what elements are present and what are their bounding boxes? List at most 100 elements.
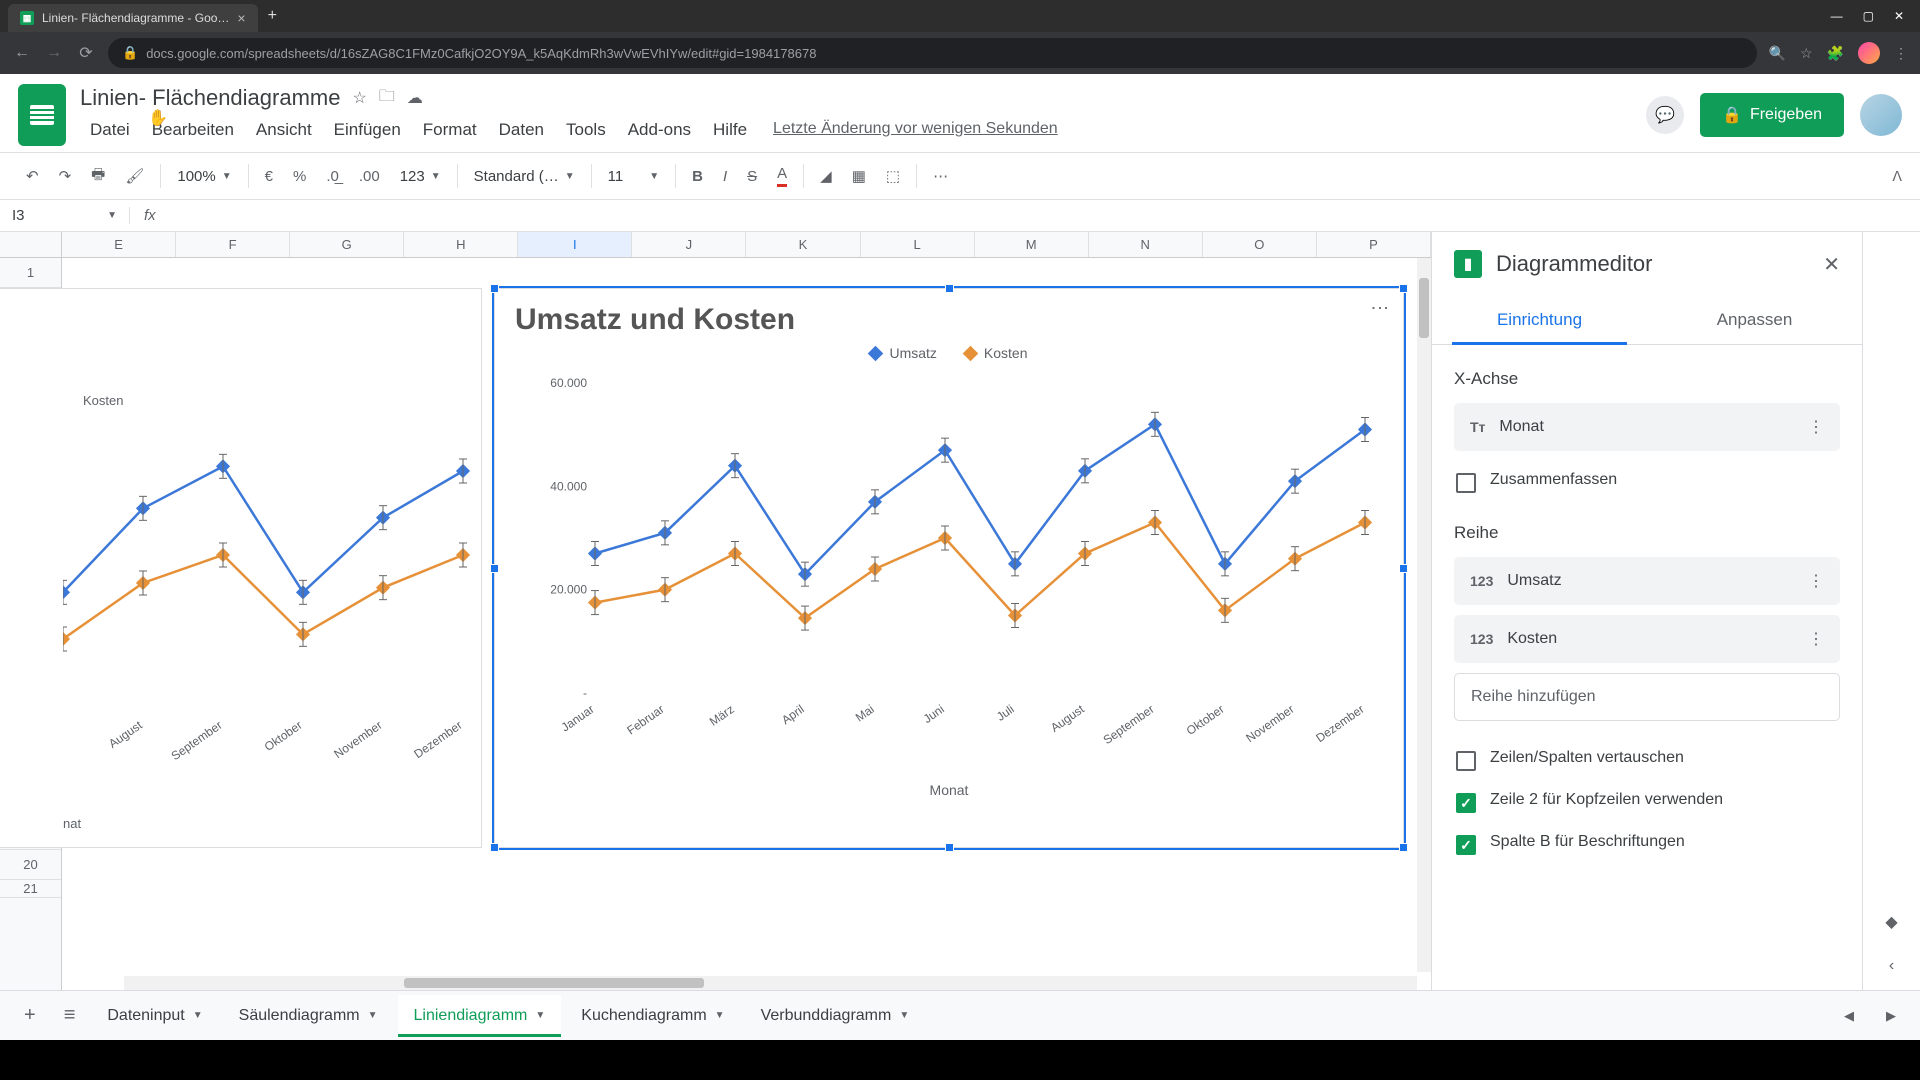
reload-button[interactable]: ⟳ [76, 43, 96, 63]
sheet-tab-kuchendiagramm[interactable]: Kuchendiagramm▼ [565, 995, 740, 1037]
chart-object-selected[interactable]: ⋮ Umsatz und Kosten Umsatz Kosten 60.000… [494, 288, 1404, 848]
menu-addons[interactable]: Add-ons [618, 114, 701, 146]
name-box[interactable]: I3▼ [0, 207, 130, 224]
menu-bearbeiten[interactable]: Bearbeiten [142, 114, 244, 146]
window-maximize-icon[interactable]: ▢ [1863, 9, 1874, 23]
horizontal-scrollbar[interactable] [124, 976, 1417, 990]
col-header[interactable]: P [1317, 232, 1431, 257]
series-field-kosten[interactable]: 123 Kosten ⋮ [1454, 615, 1840, 663]
menu-daten[interactable]: Daten [489, 114, 554, 146]
xaxis-field[interactable]: Tᴛ Monat ⋮ [1454, 403, 1840, 451]
browser-menu-icon[interactable]: ⋮ [1894, 45, 1908, 62]
collapse-toolbar-icon[interactable]: ᐱ [1892, 168, 1902, 185]
forward-button[interactable]: → [44, 44, 64, 62]
extensions-icon[interactable]: 🧩 [1827, 45, 1844, 62]
more-toolbar-button[interactable]: ⋯ [925, 161, 956, 191]
borders-button[interactable]: ▦ [844, 161, 874, 191]
browser-tab[interactable]: ▦ Linien- Flächendiagramme - Goo… × [8, 4, 258, 32]
field-menu-icon[interactable]: ⋮ [1808, 629, 1824, 649]
sheet-tab-liniendiagramm[interactable]: Liniendiagramm▼ [398, 995, 562, 1037]
document-title[interactable]: Linien- Flächendiagramme [80, 85, 340, 111]
decrease-decimal-button[interactable]: .0̲ [318, 162, 347, 191]
url-input[interactable]: 🔒 docs.google.com/spreadsheets/d/16sZAG8… [108, 38, 1757, 68]
merge-button[interactable]: ⬚ [878, 161, 908, 191]
field-menu-icon[interactable]: ⋮ [1808, 417, 1824, 437]
close-sidebar-button[interactable]: ✕ [1823, 252, 1840, 277]
bookmark-icon[interactable]: ☆ [1800, 45, 1813, 62]
col-header[interactable]: E [62, 232, 176, 257]
menu-tools[interactable]: Tools [556, 114, 616, 146]
switch-rows-cols-checkbox[interactable] [1456, 751, 1476, 771]
menu-einfuegen[interactable]: Einfügen [324, 114, 411, 146]
col-header[interactable]: L [861, 232, 975, 257]
bold-button[interactable]: B [684, 162, 711, 191]
paint-format-button[interactable]: 🖌 [117, 161, 152, 191]
chart-menu-icon[interactable]: ⋮ [1369, 299, 1391, 316]
sheets-logo-icon[interactable] [18, 84, 66, 146]
explore-icon[interactable]: ◆ [1880, 910, 1904, 934]
move-icon[interactable]: 🗀 [379, 85, 395, 112]
col-header[interactable]: G [290, 232, 404, 257]
row-header[interactable]: 21 [0, 880, 61, 898]
star-icon[interactable]: ☆ [352, 88, 366, 108]
last-edit-link[interactable]: Letzte Änderung vor wenigen Sekunden [759, 114, 1072, 146]
zoom-select[interactable]: 100%▼ [169, 164, 239, 189]
comments-button[interactable]: 💬 [1646, 96, 1684, 134]
number-format-select[interactable]: 123▼ [392, 164, 449, 189]
currency-button[interactable]: € [257, 162, 281, 191]
print-button[interactable]: 🖶 [83, 158, 113, 195]
zoom-icon[interactable]: 🔍 [1769, 45, 1786, 62]
italic-button[interactable]: I [715, 162, 735, 191]
window-minimize-icon[interactable]: — [1831, 9, 1843, 23]
sheet-tab-dateninput[interactable]: Dateninput▼ [91, 995, 218, 1037]
show-side-panel-icon[interactable]: ‹ [1880, 954, 1904, 978]
col-header[interactable]: F [176, 232, 290, 257]
all-sheets-button[interactable]: ≡ [52, 996, 88, 1035]
window-close-icon[interactable]: ✕ [1894, 9, 1904, 23]
use-row-headers-checkbox[interactable]: ✓ [1456, 793, 1476, 813]
scroll-tabs-left-icon[interactable]: ◀ [1832, 1000, 1866, 1032]
add-sheet-button[interactable]: + [12, 996, 48, 1035]
tab-setup[interactable]: Einrichtung [1432, 296, 1647, 344]
text-color-button[interactable]: A [769, 159, 795, 193]
col-header[interactable]: M [975, 232, 1089, 257]
add-series-button[interactable]: Reihe hinzufügen [1454, 673, 1840, 721]
close-tab-icon[interactable]: × [237, 10, 245, 26]
field-menu-icon[interactable]: ⋮ [1808, 571, 1824, 591]
chart-object-partial[interactable]: n Kosten JuliAugustSeptemberOktoberNovem… [0, 288, 482, 848]
account-avatar[interactable] [1860, 94, 1902, 136]
row-header[interactable]: 1 [0, 258, 61, 288]
vertical-scrollbar[interactable] [1417, 258, 1431, 972]
new-tab-button[interactable]: + [268, 7, 277, 25]
browser-profile-avatar[interactable] [1858, 42, 1880, 64]
use-col-labels-checkbox[interactable]: ✓ [1456, 835, 1476, 855]
menu-datei[interactable]: Datei [80, 114, 140, 146]
aggregate-checkbox[interactable] [1456, 473, 1476, 493]
menu-format[interactable]: Format [413, 114, 487, 146]
increase-decimal-button[interactable]: .00 [351, 162, 388, 191]
back-button[interactable]: ← [12, 44, 32, 62]
tab-customize[interactable]: Anpassen [1647, 296, 1862, 344]
col-header[interactable]: I [518, 232, 632, 257]
undo-button[interactable]: ↶ [18, 161, 47, 191]
series-field-umsatz[interactable]: 123 Umsatz ⋮ [1454, 557, 1840, 605]
menu-ansicht[interactable]: Ansicht [246, 114, 322, 146]
share-button[interactable]: 🔒 Freigeben [1700, 93, 1844, 137]
select-all-corner[interactable] [0, 232, 62, 257]
spreadsheet-grid[interactable]: E F G H I J K L M N O P 1 2 3 4 5 [0, 232, 1432, 990]
sheet-tab-verbunddiagramm[interactable]: Verbunddiagramm▼ [745, 995, 926, 1037]
font-select[interactable]: Standard (…▼ [466, 164, 583, 189]
scroll-tabs-right-icon[interactable]: ▶ [1874, 1000, 1908, 1032]
col-header[interactable]: K [746, 232, 860, 257]
font-size-select[interactable]: 11▼ [600, 164, 667, 189]
strikethrough-button[interactable]: S [739, 162, 765, 191]
row-header[interactable]: 20 [0, 850, 61, 880]
col-header[interactable]: H [404, 232, 518, 257]
col-header[interactable]: N [1089, 232, 1203, 257]
redo-button[interactable]: ↷ [51, 161, 80, 191]
col-header[interactable]: O [1203, 232, 1317, 257]
cloud-icon[interactable]: ☁ [407, 88, 423, 108]
percent-button[interactable]: % [285, 162, 314, 191]
sheet-tab-saeulendiagramm[interactable]: Säulendiagramm▼ [223, 995, 394, 1037]
fill-color-button[interactable]: ◢ [812, 161, 840, 191]
